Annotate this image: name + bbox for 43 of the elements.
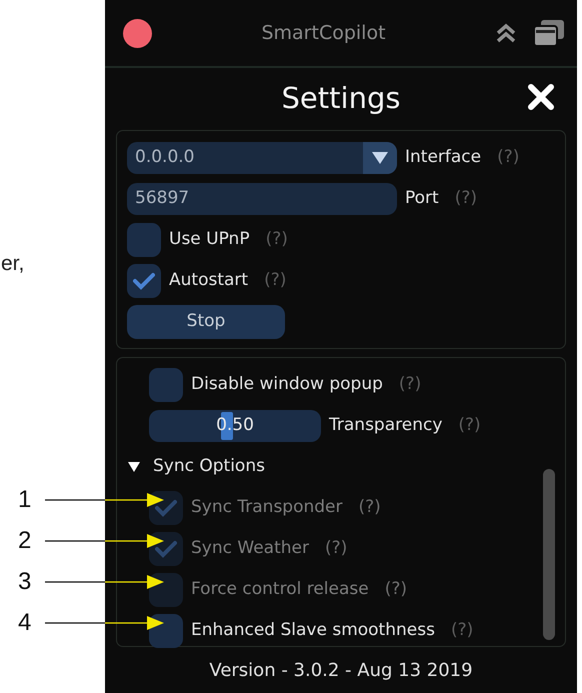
help-marker[interactable]: (?) — [458, 412, 481, 438]
window-title: SmartCopilot — [260, 20, 387, 46]
annotation-number: 3 — [18, 570, 32, 594]
stop-button[interactable]: Stop — [127, 304, 285, 338]
annotation-number: 1 — [18, 488, 32, 512]
collapse-icon[interactable] — [495, 22, 517, 44]
checkbox-label: Enhanced Slave smoothness — [191, 618, 435, 642]
slider-label: Transparency — [329, 414, 442, 437]
checkbox-label: Use UPnP — [169, 228, 250, 251]
checkbox-label: Force control release — [191, 578, 369, 601]
checkbox[interactable] — [149, 614, 183, 648]
help-marker[interactable]: (?) — [454, 186, 477, 212]
checkbox-label: Disable window popup — [191, 372, 383, 396]
expand-arrow-icon[interactable] — [127, 460, 141, 472]
annotation-number: 4 — [18, 611, 32, 635]
close-icon[interactable] — [527, 83, 555, 111]
field-label: Port — [405, 186, 439, 210]
interface-dropdown[interactable]: 0.0.0.0 — [127, 142, 397, 174]
dropdown-arrow-icon[interactable] — [371, 150, 389, 164]
check-icon — [155, 540, 177, 558]
status-dot — [123, 18, 152, 48]
field-label: Interface — [405, 146, 482, 169]
checkbox-label: Sync Transponder — [191, 496, 343, 519]
help-marker[interactable]: (?) — [450, 618, 474, 644]
check-icon — [133, 272, 155, 290]
checkbox[interactable] — [127, 264, 161, 298]
annotation-number: 2 — [18, 529, 32, 553]
help-marker[interactable]: (?) — [266, 226, 288, 252]
section-header[interactable]: Sync Options — [153, 454, 265, 480]
checkbox[interactable] — [149, 368, 183, 402]
checkbox-label: Autostart — [169, 268, 248, 292]
help-marker[interactable]: (?) — [398, 372, 422, 398]
version-text: Version - 3.0.2 - Aug 13 2019 — [208, 659, 474, 683]
windows-icon[interactable] — [533, 19, 565, 47]
check-icon — [155, 498, 177, 516]
port-field[interactable]: 56897 — [127, 182, 397, 214]
checkbox-label: Sync Weather — [191, 536, 309, 560]
note-text: er, — [1, 252, 24, 275]
settings-heading: Settings — [282, 80, 400, 118]
help-marker[interactable]: (?) — [497, 144, 520, 170]
help-marker[interactable]: (?) — [264, 268, 286, 294]
scrollbar-thumb[interactable] — [543, 469, 555, 640]
checkbox[interactable] — [127, 222, 161, 256]
